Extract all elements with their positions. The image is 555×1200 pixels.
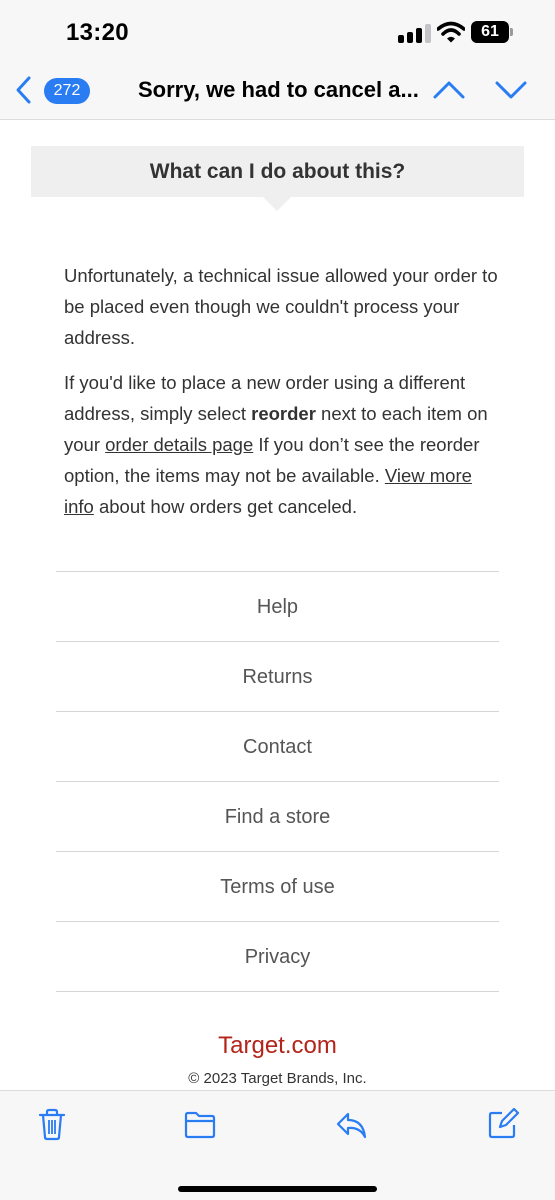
trash-icon[interactable] xyxy=(35,1107,69,1141)
compose-icon[interactable] xyxy=(486,1107,520,1141)
home-indicator xyxy=(178,1186,377,1192)
order-details-link[interactable]: order details page xyxy=(105,434,253,455)
reply-icon[interactable] xyxy=(334,1107,368,1141)
paragraph-technical-issue: Unfortunately, a technical issue allowed… xyxy=(64,265,498,348)
target-com-link[interactable]: Target.com xyxy=(0,1032,555,1060)
copyright-text: © 2023 Target Brands, Inc. xyxy=(188,1070,367,1087)
chevron-down-icon[interactable] xyxy=(494,77,528,103)
wifi-icon xyxy=(437,21,465,43)
email-body: What can I do about this? Unfortunately,… xyxy=(0,120,555,1090)
bottom-toolbar xyxy=(0,1090,555,1200)
callout-banner: What can I do about this? xyxy=(31,146,524,197)
clock: 13:20 xyxy=(66,19,129,46)
mail-screen: 13:20 61 272 Sorry, we had to cancel a..… xyxy=(0,0,555,1200)
signal-icon xyxy=(398,23,432,43)
unread-count-badge[interactable]: 272 xyxy=(44,78,90,104)
footer-link-privacy[interactable]: Privacy xyxy=(56,922,499,992)
callout-notch xyxy=(263,197,291,211)
status-bar: 13:20 61 xyxy=(0,0,555,62)
paragraph-reorder: If you'd like to place a new order using… xyxy=(64,372,488,517)
footer-link-contact[interactable]: Contact xyxy=(56,712,499,782)
battery-icon: 61 xyxy=(471,21,515,43)
footer-link-find-a-store[interactable]: Find a store xyxy=(56,782,499,852)
nav-bar: 272 Sorry, we had to cancel a... xyxy=(0,62,555,120)
battery-level: 61 xyxy=(481,23,499,40)
footer-links: Help Returns Contact Find a store Terms … xyxy=(56,571,499,992)
chevron-left-icon[interactable] xyxy=(14,75,34,105)
folder-icon[interactable] xyxy=(183,1107,217,1141)
chevron-up-icon[interactable] xyxy=(432,77,466,103)
email-subject: Sorry, we had to cancel a... xyxy=(138,77,419,102)
reorder-emphasis: reorder xyxy=(251,403,316,424)
message-text: Unfortunately, a technical issue allowed… xyxy=(64,260,504,536)
footer-link-help[interactable]: Help xyxy=(56,572,499,642)
callout-title: What can I do about this? xyxy=(149,160,406,183)
footer-link-returns[interactable]: Returns xyxy=(56,642,499,712)
footer-link-terms-of-use[interactable]: Terms of use xyxy=(56,852,499,922)
